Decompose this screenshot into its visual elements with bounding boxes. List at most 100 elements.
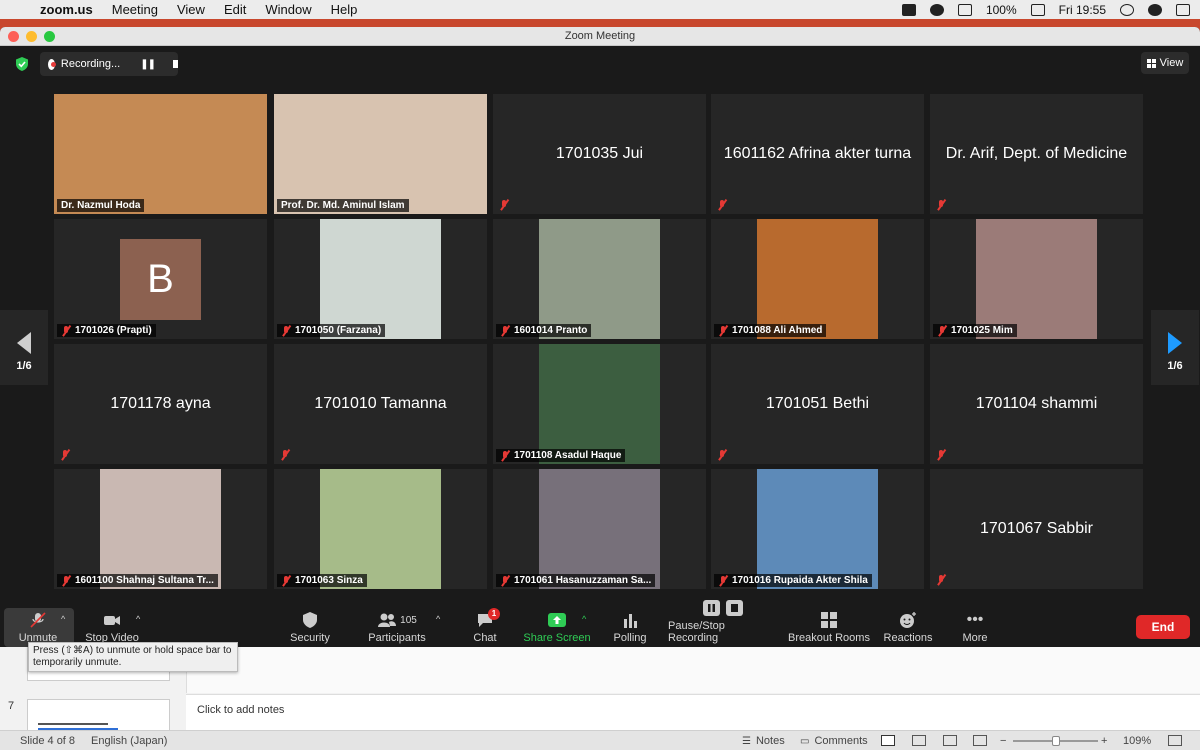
breakout-rooms-icon [821,612,837,628]
siri-icon[interactable] [1148,3,1162,16]
zoom-in-icon[interactable]: + [1101,735,1107,747]
slide-sorter-view-icon[interactable] [912,735,926,746]
zoom-out-icon[interactable]: − [1000,735,1006,747]
page-indicator-left: 1/6 [16,360,32,372]
breakout-rooms-button[interactable]: Breakout Rooms [787,605,871,647]
participant-tile[interactable]: 1701104 shammi [930,344,1143,464]
participant-tile[interactable]: 1701178 ayna [54,344,267,464]
battery-icon[interactable] [1030,3,1045,16]
polling-button[interactable]: Polling [609,605,651,647]
unmute-button[interactable]: Unmute [14,605,62,647]
participant-tile[interactable]: 1701016 Rupaida Akter Shila [711,469,924,589]
notes-toggle-button[interactable]: ☰ Notes [742,735,785,747]
breakout-rooms-label: Breakout Rooms [788,632,870,644]
normal-view-icon[interactable] [881,735,895,746]
end-meeting-button[interactable]: End [1136,615,1190,639]
view-button[interactable]: View [1141,52,1189,74]
comments-toggle-button[interactable]: ▭ Comments [800,735,868,747]
menu-window[interactable]: Window [265,2,311,17]
participant-profile-photo [100,469,221,589]
participant-display-name: 1701067 Sabbir [980,520,1093,537]
fullscreen-window-button[interactable] [44,31,55,42]
security-button[interactable]: Security [285,605,335,647]
pause-recording-icon[interactable]: ❚❚ [140,59,156,70]
participant-tile[interactable]: B 1701026 (Prapti) [54,219,267,339]
audio-options-chevron-icon[interactable]: ^ [61,614,65,624]
participant-tile[interactable]: 1601014 Pranto [493,219,706,339]
participant-tile[interactable]: 1701025 Mim [930,219,1143,339]
slideshow-view-icon[interactable] [973,735,987,746]
stop-video-button[interactable]: Stop Video [82,605,142,647]
menu-app-name[interactable]: zoom.us [40,2,93,17]
participant-tile[interactable]: 1601100 Shahnaj Sultana Tr... [54,469,267,589]
participant-tile[interactable]: Dr. Arif, Dept. of Medicine [930,94,1143,214]
share-screen-label: Share Screen [523,632,591,644]
participant-tile[interactable]: 1701067 Sabbir [930,469,1143,589]
slide-thumbnail-number: 7 [8,700,15,712]
participant-tile[interactable]: 1701108 Asadul Haque [493,344,706,464]
language-status[interactable]: English (Japan) [91,735,167,747]
participant-name-label: 1701108 Asadul Haque [496,449,626,462]
participant-tile[interactable]: 1701061 Hasanuzzaman Sa... [493,469,706,589]
participants-button[interactable]: 105 Participants [365,605,429,647]
menu-view[interactable]: View [177,2,205,17]
participant-display-name: 1701010 Tamanna [314,395,447,412]
zoom-level[interactable]: 109% [1123,735,1151,747]
participant-display-name: 1601162 Afrina akter turna [723,145,912,162]
share-screen-button[interactable]: Share Screen [522,605,592,647]
participant-tile[interactable]: Prof. Dr. Md. Aminul Islam [274,94,487,214]
reactions-button[interactable]: Reactions [881,605,935,647]
reading-view-icon[interactable] [943,735,957,746]
wifi-icon[interactable] [957,3,972,16]
chat-button[interactable]: 1 Chat [465,605,505,647]
stop-icon [726,600,743,616]
notes-pane[interactable]: Click to add notes [186,694,1200,730]
zoom-meeting-window: Zoom Meeting Recording... ❚❚ View Dr. Na… [0,27,1200,647]
spotlight-search-icon[interactable] [1120,3,1134,16]
participant-name-label: 1701063 Sinza [277,574,367,587]
participant-tile[interactable]: 1701010 Tamanna [274,344,487,464]
previous-page-button[interactable]: 1/6 [0,310,48,385]
zoom-status-icon[interactable] [901,3,916,16]
next-page-button[interactable]: 1/6 [1151,310,1199,385]
participant-tile[interactable]: 1701088 Ali Ahmed [711,219,924,339]
participant-tile[interactable]: 1701051 Bethi [711,344,924,464]
menu-help[interactable]: Help [331,2,358,17]
participant-profile-photo [757,219,878,339]
menu-edit[interactable]: Edit [224,2,246,17]
clock[interactable]: Fri 19:55 [1059,3,1106,17]
participant-tile[interactable]: Dr. Nazmul Hoda [54,94,267,214]
participant-name: 1701088 Ali Ahmed [732,325,823,336]
pause-stop-recording-button[interactable]: Pause/Stop Recording [668,600,778,647]
participants-icon-row: 105 [377,612,417,628]
muted-mic-icon [280,450,290,460]
control-center-icon[interactable] [1176,3,1190,16]
participant-profile-photo [539,469,660,589]
participant-tile[interactable]: 1701050 (Farzana) [274,219,487,339]
participants-options-chevron-icon[interactable]: ^ [436,614,440,624]
muted-mic-icon [61,575,71,586]
menu-meeting[interactable]: Meeting [112,2,158,17]
muted-mic-icon [500,325,510,336]
notes-placeholder: Click to add notes [197,704,285,716]
security-label: Security [290,632,330,644]
fit-to-window-icon[interactable] [1168,735,1182,746]
share-options-chevron-icon[interactable]: ^ [582,614,586,624]
participant-tile[interactable]: 1701035 Jui [493,94,706,214]
video-options-chevron-icon[interactable]: ^ [136,614,140,624]
muted-mic-icon [718,575,728,586]
screen-share-status-icon[interactable] [929,3,944,16]
more-button[interactable]: ••• More [955,605,995,647]
participant-display-name: Dr. Arif, Dept. of Medicine [945,145,1128,162]
muted-mic-icon [937,325,947,336]
chat-unread-badge: 1 [488,608,500,620]
muted-mic-icon [500,450,510,461]
encryption-shield-icon[interactable] [15,57,29,71]
participant-name-label: 1701026 (Prapti) [57,324,156,337]
minimize-window-button[interactable] [26,31,37,42]
participant-tile[interactable]: 1601162 Afrina akter turna [711,94,924,214]
participant-tile[interactable]: 1701063 Sinza [274,469,487,589]
zoom-slider-handle[interactable] [1052,736,1060,746]
stop-recording-icon[interactable] [172,60,178,68]
close-window-button[interactable] [8,31,19,42]
